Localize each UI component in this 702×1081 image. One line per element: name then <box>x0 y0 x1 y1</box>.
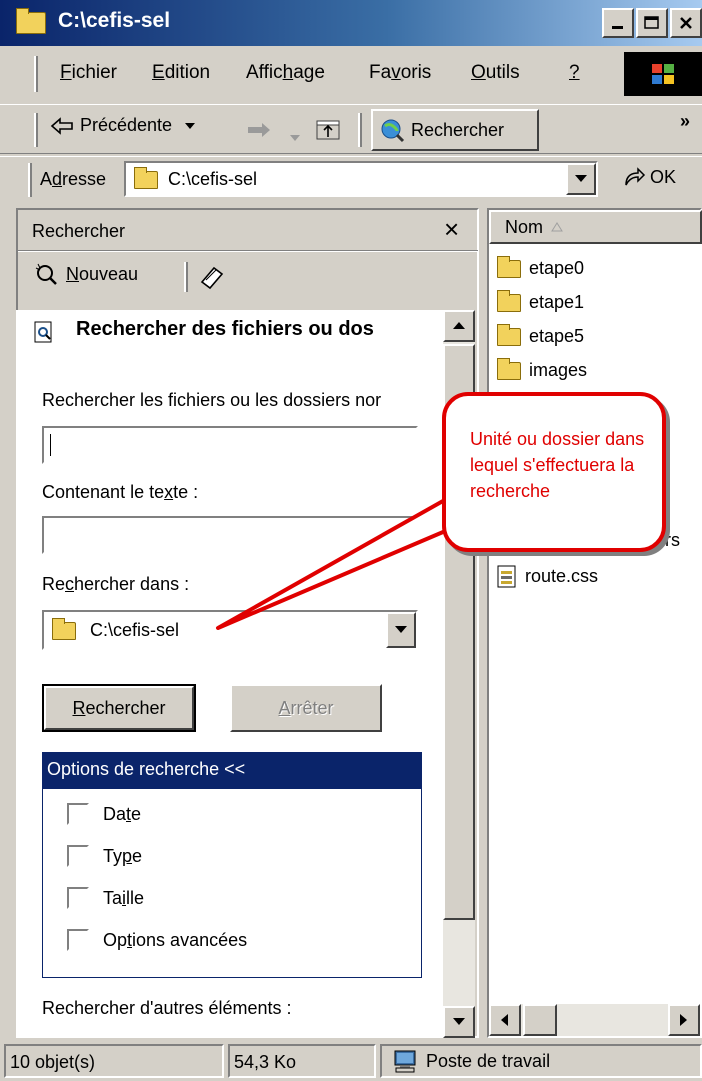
computer-icon <box>394 1050 416 1073</box>
callout-text: Unité ou dossier dans lequel s'effectuer… <box>470 429 645 501</box>
status-size: 54,3 Ko <box>228 1044 376 1078</box>
status-object-count: 10 objet(s) <box>4 1044 224 1078</box>
callout-box: Unité ou dossier dans lequel s'effectuer… <box>442 392 666 552</box>
status-zone: Poste de travail <box>380 1044 702 1078</box>
